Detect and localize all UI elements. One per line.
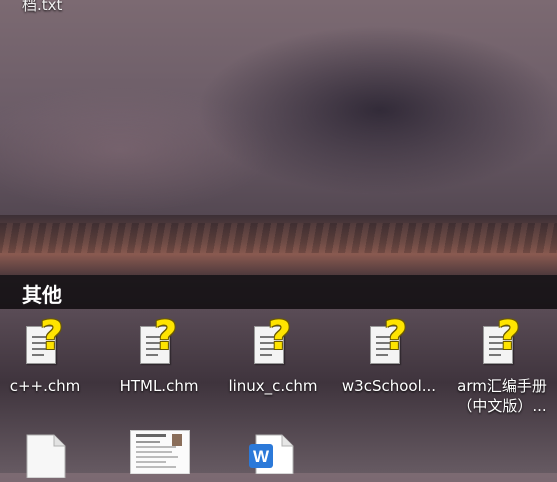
section-title: 其他: [22, 283, 62, 307]
resume-image-icon[interactable]: [130, 430, 190, 475]
item-label: w3cSchool...: [341, 377, 437, 395]
item-label-line2: （中文版）...: [457, 397, 547, 415]
item-label: HTML.chm: [119, 377, 199, 395]
section-header: 其他: [0, 275, 557, 309]
svg-text:W: W: [253, 447, 270, 466]
chm-help-icon: ?: [136, 316, 182, 370]
desktop-item-html-chm[interactable]: ? HTML.chm: [104, 316, 214, 396]
chm-help-icon: ?: [366, 316, 412, 370]
file-label-txt[interactable]: 档.txt: [22, 0, 62, 15]
chm-help-icon: ?: [22, 316, 68, 370]
desktop-item-linux-c-chm[interactable]: ? linux_c.chm: [218, 316, 328, 396]
desktop-item-arm-manual[interactable]: ? arm汇编手册 （中文版）...: [447, 316, 557, 416]
item-label: c++.chm: [9, 377, 81, 395]
chm-help-icon: ?: [479, 316, 525, 370]
desktop-item-w3cschool[interactable]: ? w3cSchool...: [334, 316, 444, 396]
wallpaper-landscape: [0, 215, 557, 275]
blank-document-icon[interactable]: [26, 434, 66, 479]
item-label: linux_c.chm: [228, 377, 318, 395]
item-label: arm汇编手册: [457, 377, 547, 395]
desktop-item-cpp-chm[interactable]: ? c++.chm: [0, 316, 100, 396]
word-document-icon[interactable]: W: [248, 434, 296, 475]
wallpaper-top: 档.txt: [0, 0, 557, 215]
chm-help-icon: ?: [250, 316, 296, 370]
